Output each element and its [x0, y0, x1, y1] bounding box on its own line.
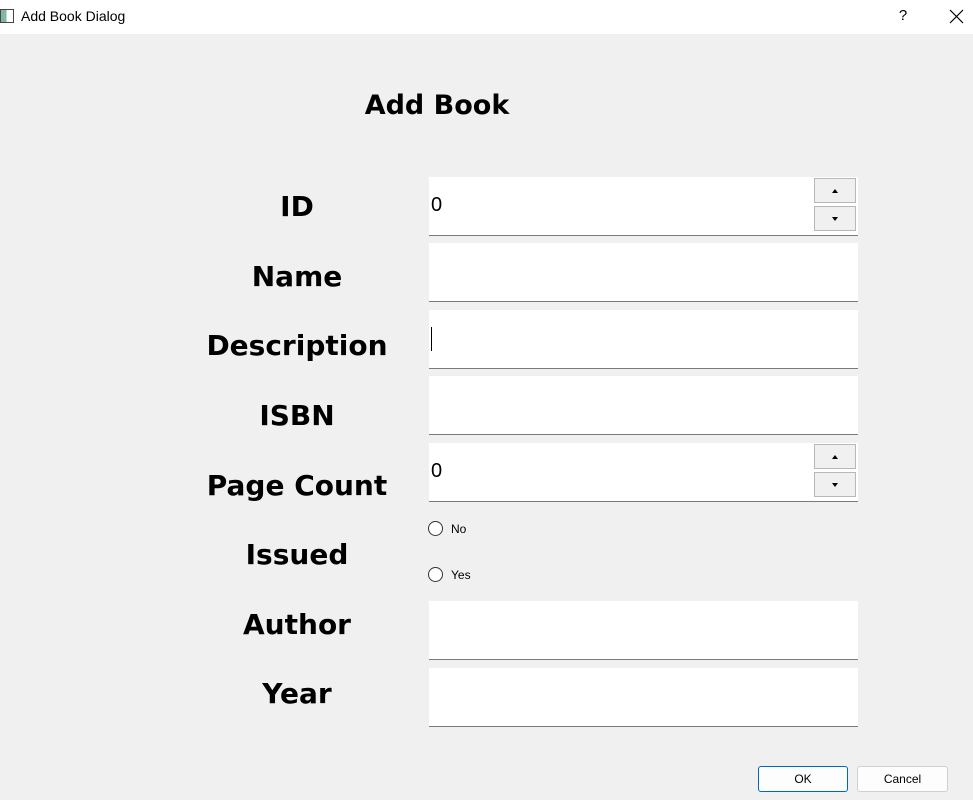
arrow-down-icon	[832, 217, 838, 221]
window-title: Add Book Dialog	[21, 8, 126, 24]
ok-button[interactable]: OK	[758, 766, 848, 792]
page-count-label: Page Count	[206, 469, 388, 502]
year-input[interactable]	[429, 668, 858, 727]
cancel-button[interactable]: Cancel	[857, 766, 948, 792]
name-input[interactable]	[429, 243, 858, 302]
help-button[interactable]: ?	[888, 0, 918, 34]
name-label: Name	[251, 260, 343, 293]
isbn-input[interactable]	[429, 376, 858, 435]
id-spin-buttons	[813, 177, 858, 235]
close-icon	[949, 9, 964, 24]
radio-circle-icon	[428, 567, 443, 582]
author-input[interactable]	[429, 601, 858, 660]
arrow-up-icon	[832, 189, 838, 193]
id-spinbox[interactable]: 0	[429, 177, 858, 236]
page-count-value: 0	[431, 460, 443, 482]
description-label: Description	[206, 329, 388, 362]
issued-no-label: No	[451, 522, 467, 536]
id-decrement-button[interactable]	[814, 206, 856, 231]
close-button[interactable]	[940, 0, 973, 34]
arrow-down-icon	[832, 483, 838, 487]
id-value: 0	[431, 194, 443, 216]
year-label: Year	[262, 677, 332, 710]
description-input[interactable]	[429, 310, 858, 369]
app-window-icon	[0, 9, 14, 23]
page-count-spin-buttons	[813, 443, 858, 501]
page-count-decrement-button[interactable]	[814, 472, 856, 497]
radio-circle-icon	[428, 521, 443, 536]
id-label: ID	[280, 190, 314, 223]
author-label: Author	[243, 608, 351, 641]
id-increment-button[interactable]	[814, 178, 856, 203]
arrow-up-icon	[832, 455, 838, 459]
page-count-spinbox[interactable]: 0	[429, 443, 858, 502]
form-heading: Add Book	[364, 90, 510, 121]
isbn-label: ISBN	[259, 399, 335, 432]
title-bar: Add Book Dialog ?	[0, 0, 973, 34]
issued-label: Issued	[245, 538, 349, 571]
text-cursor	[431, 327, 432, 351]
page-count-increment-button[interactable]	[814, 444, 856, 469]
issued-yes-label: Yes	[451, 568, 471, 582]
